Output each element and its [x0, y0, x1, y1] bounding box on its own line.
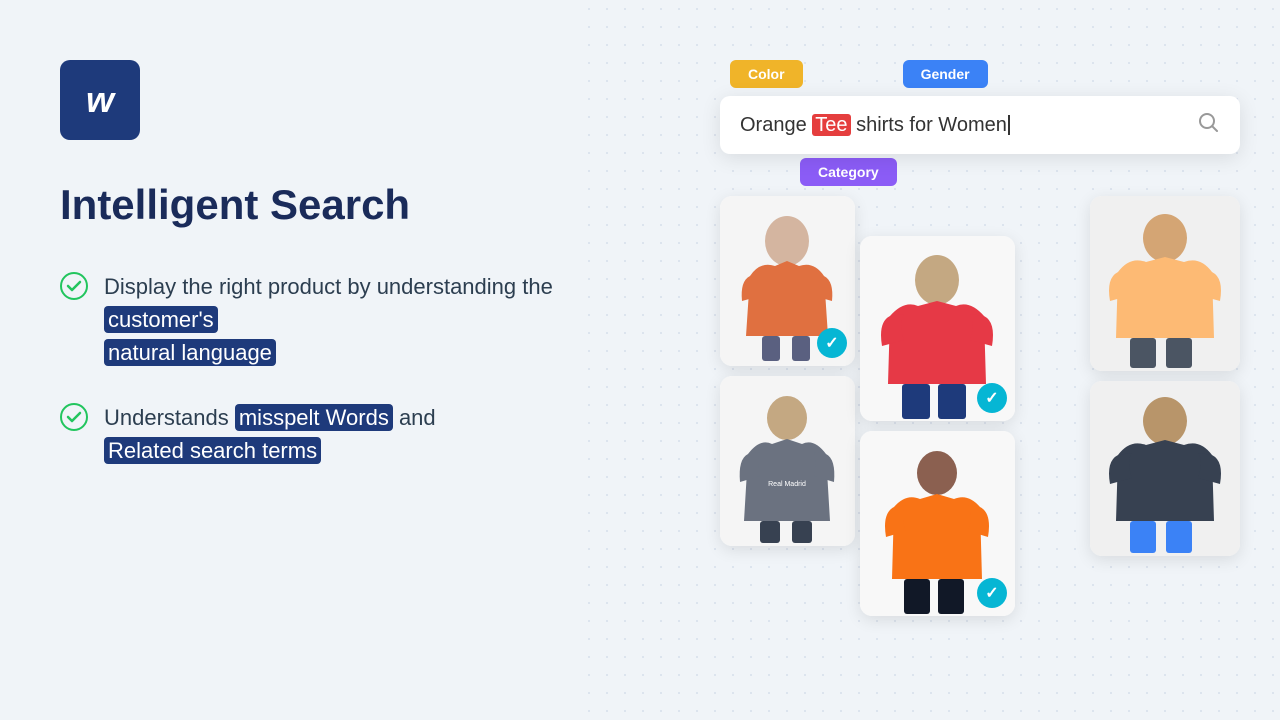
product-image-6: [1090, 381, 1240, 556]
product-card-1[interactable]: ✓: [720, 196, 855, 366]
highlight-related-search: Related search terms: [104, 437, 321, 464]
highlight-natural-language: natural language: [104, 339, 276, 366]
product-card-3[interactable]: ✓: [860, 236, 1015, 421]
search-cursor: [1008, 115, 1010, 135]
search-text-prefix: Orange: [740, 114, 812, 136]
check-circle-icon-1: [60, 272, 88, 300]
search-icon-button[interactable]: [1196, 110, 1220, 140]
search-bar[interactable]: Orange Tee shirts for Women: [720, 96, 1240, 154]
product-image-2: Real Madrid: [720, 376, 855, 546]
product-card-2[interactable]: Real Madrid: [720, 376, 855, 546]
product-column-right: [1090, 196, 1240, 556]
bullet-text-2: Understands misspelt Words and Related s…: [104, 401, 436, 467]
product-card-6[interactable]: [1090, 381, 1240, 556]
filter-tags-row: Color Gender: [720, 60, 1240, 88]
right-panel: Color Gender Orange Tee shirts for Women…: [720, 60, 1240, 636]
logo-box: w: [60, 60, 140, 140]
product-check-1: ✓: [817, 328, 847, 358]
filter-gender-tag[interactable]: Gender: [903, 60, 988, 88]
product-grid: ✓: [720, 196, 1240, 636]
feature-list: Display the right product by understandi…: [60, 270, 580, 467]
product-card-4[interactable]: ✓: [860, 431, 1015, 616]
logo-icon: w: [86, 79, 114, 121]
left-panel: w Intelligent Search Display the right p…: [60, 60, 580, 499]
products-container: ✓: [720, 196, 1240, 636]
search-query: Orange Tee shirts for Women: [740, 114, 1196, 137]
product-column-mid: ✓: [860, 236, 1015, 616]
filter-category-tag[interactable]: Category: [800, 158, 897, 186]
category-tag-wrapper: Category: [720, 158, 1240, 186]
product-check-3: ✓: [977, 383, 1007, 413]
product-check-4: ✓: [977, 578, 1007, 608]
product-image-5: [1090, 196, 1240, 371]
page-title: Intelligent Search: [60, 180, 580, 230]
check-circle-icon-2: [60, 403, 88, 431]
product-card-5[interactable]: [1090, 196, 1240, 371]
search-text-suffix: shirts for Women: [851, 114, 1007, 136]
product-column-left: ✓: [720, 196, 855, 546]
bullet-text-1: Display the right product by understandi…: [104, 270, 580, 369]
svg-text:Real Madrid: Real Madrid: [768, 481, 806, 488]
bullet-item-2: Understands misspelt Words and Related s…: [60, 401, 580, 467]
highlight-misspelt: misspelt Words: [235, 404, 393, 431]
filter-color-tag[interactable]: Color: [730, 60, 803, 88]
highlight-customers: customer's: [104, 306, 218, 333]
search-text-highlight: Tee: [812, 114, 850, 136]
bullet-item-1: Display the right product by understandi…: [60, 270, 580, 369]
